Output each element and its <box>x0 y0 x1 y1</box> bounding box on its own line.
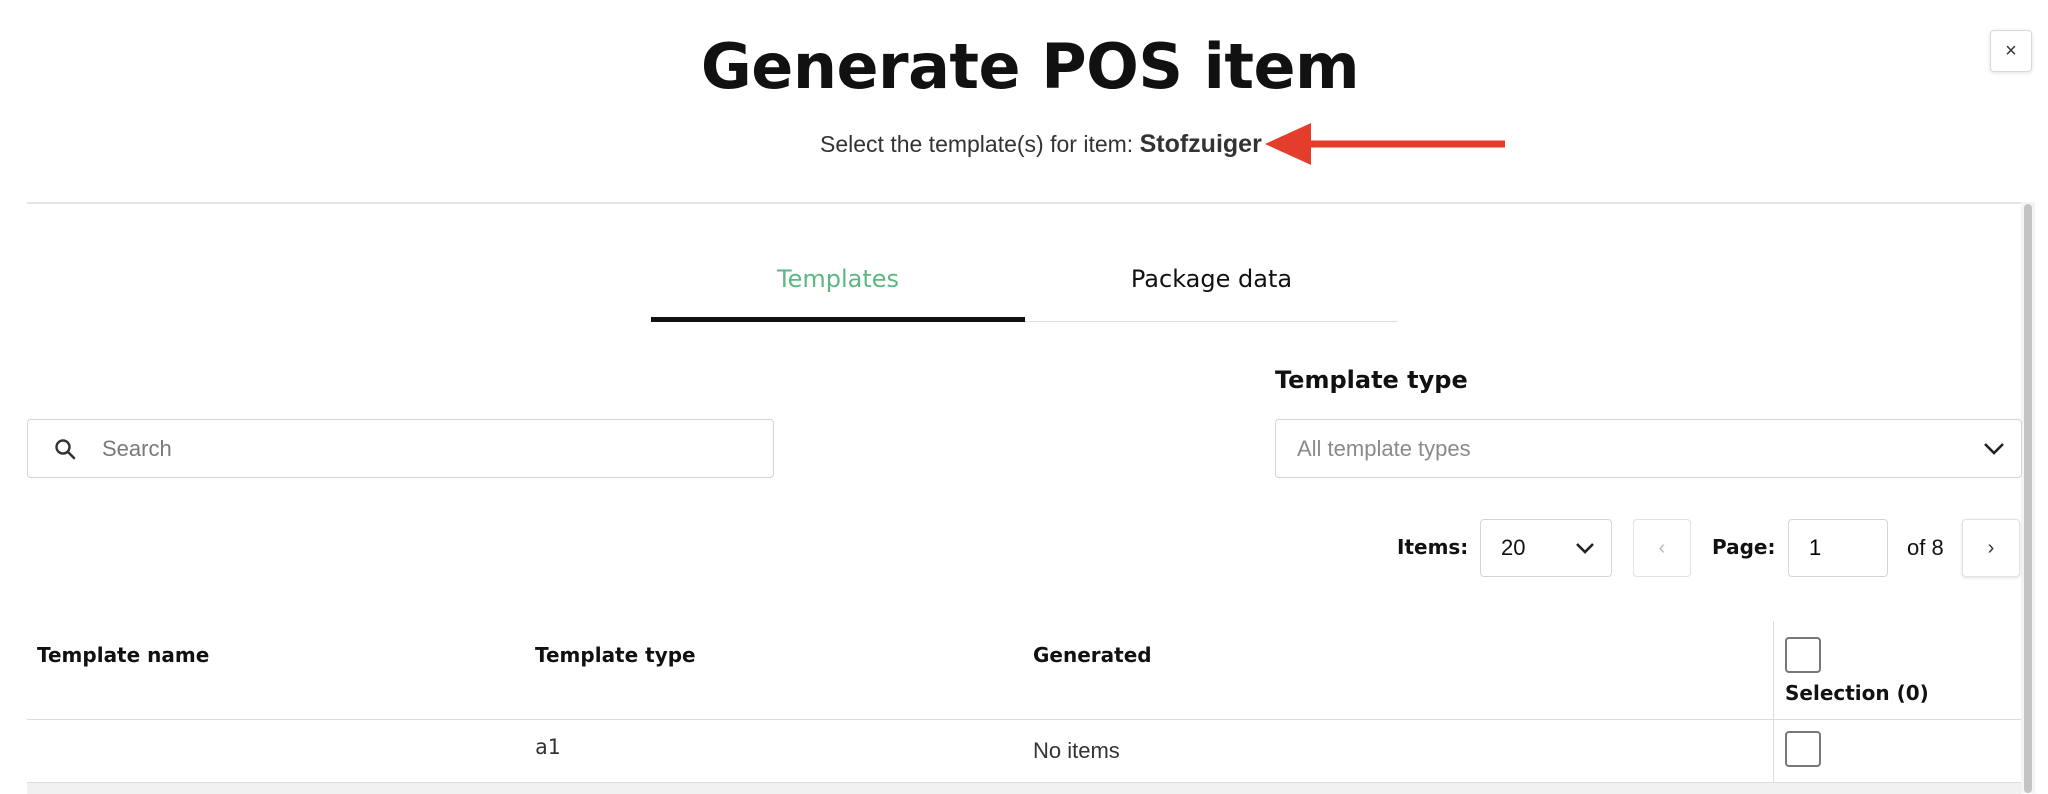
items-per-page-select[interactable]: 20 <box>1480 519 1612 577</box>
header-divider <box>27 202 2021 204</box>
chevron-down-icon <box>1984 442 2004 455</box>
item-name: Stofzuiger <box>1139 130 1262 158</box>
row-select-checkbox[interactable] <box>1785 731 1821 767</box>
tab-package-data[interactable]: Package data <box>1025 265 1398 321</box>
page-label: Page: <box>1712 535 1776 559</box>
template-type-select[interactable]: All template types <box>1275 419 2022 478</box>
tab-templates[interactable]: Templates <box>651 265 1025 321</box>
items-label: Items: <box>1397 535 1469 559</box>
dialog-subtitle: Select the template(s) for item: Stofzui… <box>820 130 1262 159</box>
column-header-template-type: Template type <box>535 643 696 667</box>
next-page-button[interactable]: › <box>1962 519 2020 577</box>
search-box[interactable] <box>27 419 774 478</box>
annotation-arrow-icon <box>1265 123 1505 165</box>
search-icon <box>55 438 76 459</box>
subtitle-prefix: Select the template(s) for item: <box>820 131 1134 157</box>
items-per-page-value: 20 <box>1501 535 1526 560</box>
column-header-selection: Selection (0) <box>1785 681 1929 705</box>
template-type-value: All template types <box>1297 435 1471 461</box>
row-template-type: a1 <box>535 735 561 759</box>
selection-column-divider <box>1773 621 1774 793</box>
column-header-generated: Generated <box>1033 643 1152 667</box>
page-number-input[interactable] <box>1788 519 1888 577</box>
scrollbar-thumb[interactable] <box>2024 204 2032 793</box>
search-input[interactable] <box>100 434 744 463</box>
chevron-down-icon <box>1576 542 1594 554</box>
column-header-template-name: Template name <box>37 643 210 667</box>
table-header-divider <box>27 719 2021 720</box>
template-type-label: Template type <box>1275 366 1468 394</box>
select-all-checkbox[interactable] <box>1785 637 1821 673</box>
active-tab-indicator <box>651 317 1025 322</box>
dialog-title: Generate POS item <box>700 30 1360 103</box>
next-row-edge <box>27 782 2021 794</box>
row-generated: No items <box>1033 738 1120 763</box>
previous-page-button[interactable]: ‹ <box>1633 519 1691 577</box>
page-count-label: of 8 <box>1907 535 1944 560</box>
